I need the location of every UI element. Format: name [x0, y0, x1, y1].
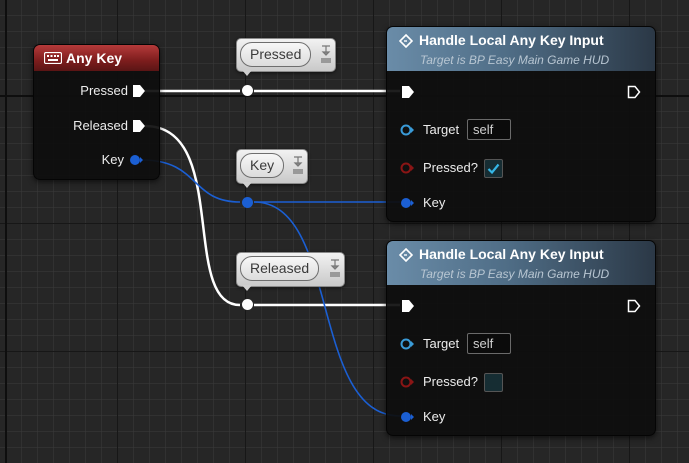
wire-key-data-2[interactable]	[253, 201, 401, 417]
reroute-comment-pressed[interactable]: Pressed	[236, 38, 336, 72]
key-pin[interactable]	[400, 411, 414, 423]
handle-input-node-2-title: Handle Local Any Key Input	[419, 246, 604, 262]
exec-out-released-pin[interactable]	[132, 119, 146, 133]
reroute-label-key: Key	[240, 153, 285, 178]
exec-out-pressed-pin[interactable]	[132, 84, 146, 98]
pressed-checkbox[interactable]	[484, 159, 503, 178]
pressed-checkbox[interactable]	[484, 373, 503, 392]
reroute-comment-released[interactable]: Released	[236, 252, 345, 287]
pin-label-released: Released	[73, 118, 128, 133]
handle-input-node-1[interactable]: Handle Local Any Key Input Target is BP …	[386, 26, 656, 222]
target-input[interactable]: self	[467, 333, 511, 354]
handle-input-node-1-subtitle: Target is BP Easy Main Game HUD	[420, 53, 610, 67]
pin-label-key: Key	[101, 152, 124, 167]
handle-input-node-2-subtitle: Target is BP Easy Main Game HUD	[420, 267, 610, 281]
reroute-node-released[interactable]	[241, 298, 254, 311]
exec-in-pin[interactable]	[401, 299, 415, 313]
function-icon	[399, 248, 413, 262]
target-pin[interactable]	[400, 124, 414, 136]
function-icon	[399, 34, 413, 48]
any-key-node-title: Any Key	[66, 50, 123, 66]
reroute-comment-key[interactable]: Key	[236, 149, 308, 184]
target-label: Target	[423, 122, 460, 137]
reroute-pointer-pressed	[242, 70, 252, 76]
reroute-node-key[interactable]	[241, 196, 254, 209]
exec-in-pin[interactable]	[401, 85, 415, 99]
exec-out-pin[interactable]	[627, 299, 641, 313]
reroute-pointer-key	[242, 182, 252, 188]
key-pin[interactable]	[400, 197, 414, 209]
pressed-bool-pin[interactable]	[400, 162, 414, 174]
reroute-label-pressed: Pressed	[240, 42, 312, 67]
data-out-key-pin[interactable]	[129, 154, 143, 166]
key-label: Key	[423, 409, 446, 424]
any-key-node[interactable]: Any Key Pressed Released Key	[33, 44, 160, 180]
pin-icon[interactable]	[320, 43, 332, 65]
pin-icon[interactable]	[329, 257, 341, 279]
handle-input-node-1-title: Handle Local Any Key Input	[419, 32, 604, 48]
reroute-node-pressed[interactable]	[241, 84, 254, 97]
pressed-bool-pin[interactable]	[400, 376, 414, 388]
handle-input-node-2[interactable]: Handle Local Any Key Input Target is BP …	[386, 240, 656, 436]
target-input[interactable]: self	[467, 119, 511, 140]
pin-label-pressed: Pressed	[80, 83, 128, 98]
pressed-label: Pressed?	[423, 160, 478, 175]
pressed-label: Pressed?	[423, 374, 478, 389]
reroute-label-released: Released	[240, 256, 320, 281]
target-label: Target	[423, 336, 460, 351]
reroute-pointer-released	[242, 285, 252, 291]
pin-icon[interactable]	[292, 154, 304, 176]
keyboard-icon	[44, 52, 62, 64]
target-pin[interactable]	[400, 338, 414, 350]
key-label: Key	[423, 195, 446, 210]
exec-out-pin[interactable]	[627, 85, 641, 99]
checkmark-icon	[487, 163, 500, 175]
